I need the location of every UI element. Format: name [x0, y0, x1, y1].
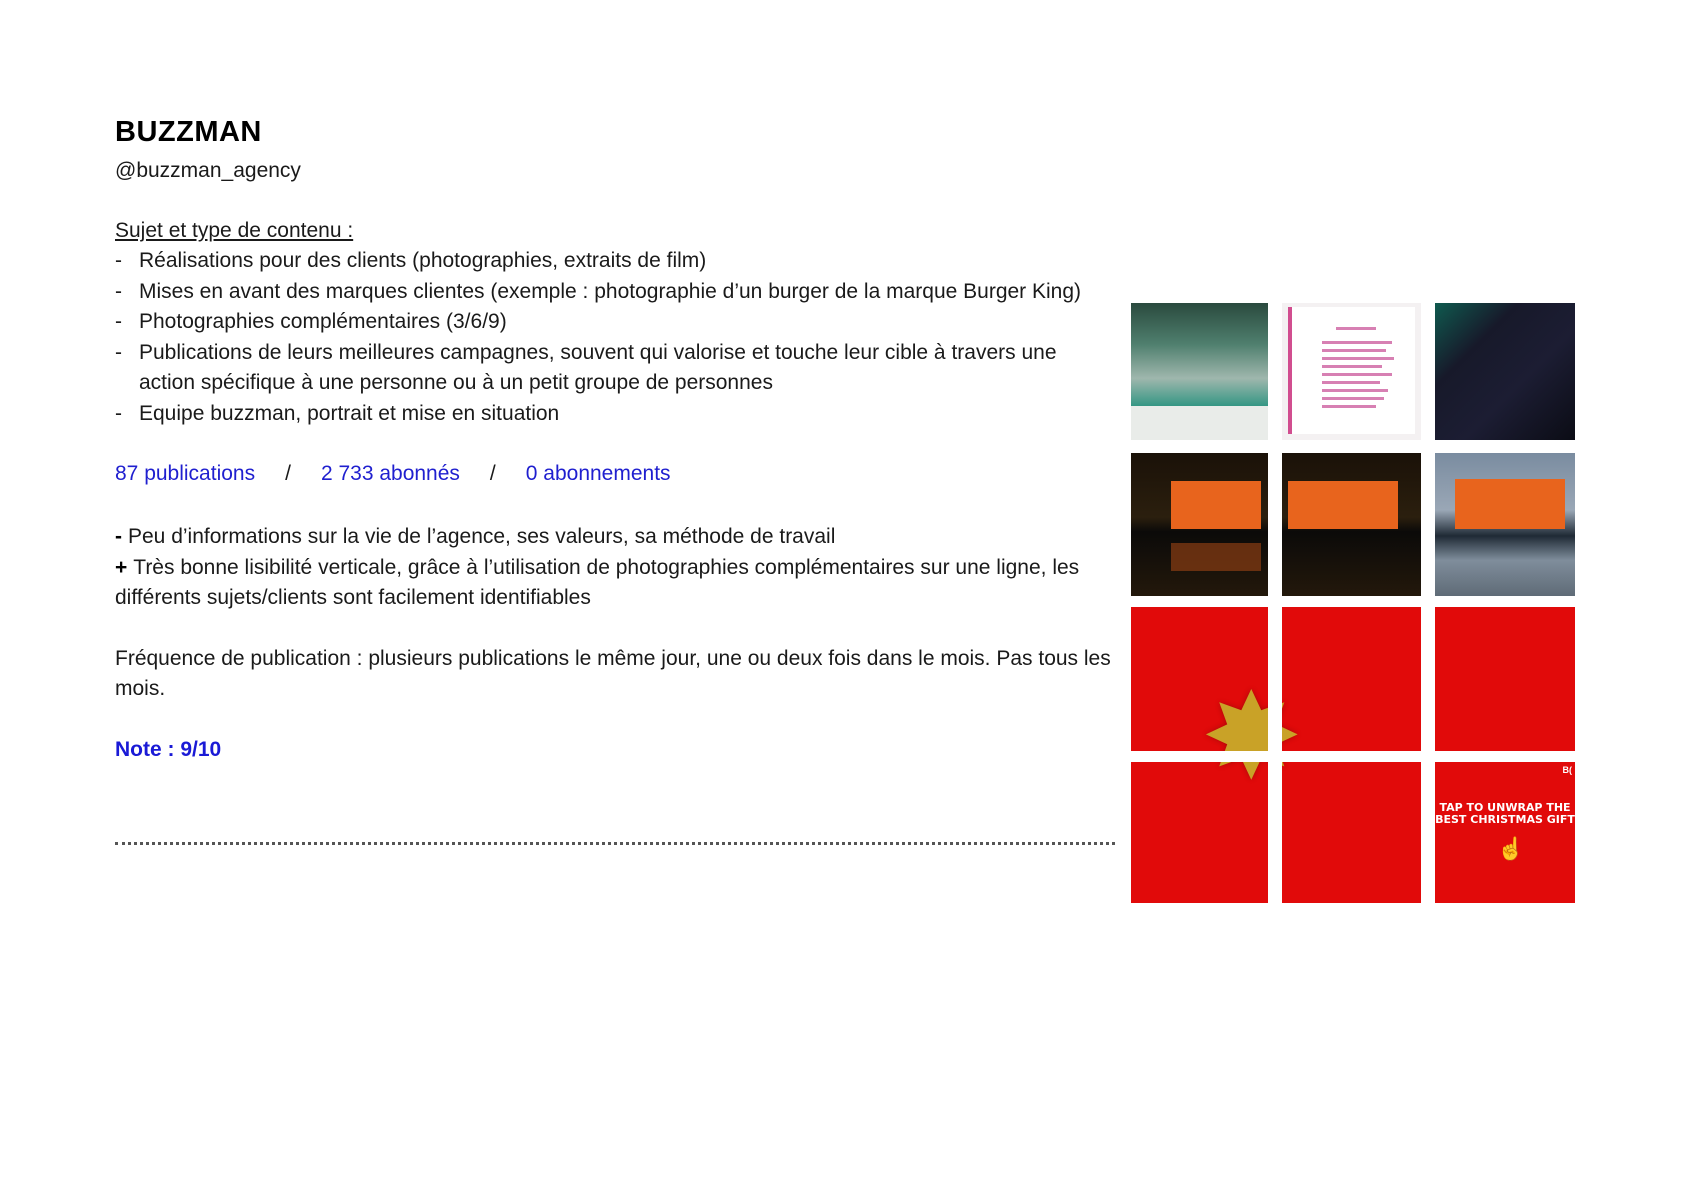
- section-label: Sujet et type de contenu :: [115, 219, 354, 242]
- gold-bow-icon: ✸: [1201, 762, 1268, 797]
- list-item: - Photographies complémentaires (3/6/9): [115, 307, 1115, 338]
- leaflet-image: [1288, 307, 1415, 434]
- stats-separator: /: [489, 462, 496, 485]
- topic-list: - Réalisations pour des clients (photogra…: [115, 246, 1115, 429]
- bullet-dash: -: [115, 310, 122, 333]
- feed-tile-billboard-night[interactable]: [1131, 453, 1268, 596]
- profile-stats: 87 publications / 2 733 abonnés / 0 abon…: [115, 459, 1115, 489]
- feed-tile-gift[interactable]: ✸: [1282, 607, 1421, 751]
- account-handle: @buzzman_agency: [115, 159, 301, 182]
- billboard-reflection: [1171, 543, 1261, 571]
- feed-tile-gift[interactable]: [1435, 607, 1575, 751]
- list-item-text: Photographies complémentaires (3/6/9): [139, 310, 507, 333]
- strength-line: + Très bonne lisibilité verticale, grâce …: [115, 553, 1115, 614]
- bullet-dash: -: [115, 249, 122, 272]
- billboard-image: [1455, 479, 1565, 529]
- list-item-text: Réalisations pour des clients (photograp…: [139, 249, 707, 272]
- gold-bow-icon: ✸: [1201, 670, 1268, 751]
- brand-corner: B(: [1562, 765, 1573, 775]
- list-item: - Mises en avant des marques clientes (ex…: [115, 277, 1115, 308]
- followers-count: 2 733 abonnés: [320, 462, 460, 485]
- page-title: BUZZMAN: [115, 116, 262, 148]
- publication-frequency: Fréquence de publication : plusieurs pub…: [115, 646, 1111, 701]
- feed-tile-billboard-night[interactable]: [1282, 453, 1421, 596]
- minus-mark: -: [115, 525, 122, 548]
- strength-text: Très bonne lisibilité verticale, grâce à…: [115, 555, 1080, 610]
- bullet-dash: -: [115, 401, 122, 425]
- profile-analysis: BUZZMAN @buzzman_agency Sujet et type de…: [115, 112, 1115, 765]
- feed-tile-gift[interactable]: ✸: [1282, 762, 1421, 903]
- instagram-feed-grid: ✸ ✸ ✸ ✸ B( TAP TO UNWRAP THE BEST CHRIST…: [1131, 303, 1575, 903]
- billboard-image: [1171, 481, 1261, 529]
- billboard-image: [1288, 481, 1398, 529]
- rating-note: Note : 9/10: [115, 737, 222, 761]
- publications-count: 87 publications: [115, 462, 256, 485]
- stats-separator: /: [285, 462, 291, 485]
- assessment: - Peu d’informations sur la vie de l’agen…: [115, 522, 1115, 614]
- feed-tile-gift-cta[interactable]: B( TAP TO UNWRAP THE BEST CHRISTMAS GIFT…: [1435, 762, 1575, 903]
- feed-tile-coat[interactable]: [1435, 303, 1575, 440]
- feed-tile-metro[interactable]: [1131, 303, 1268, 440]
- feed-tile-billboard-day[interactable]: [1435, 453, 1575, 596]
- gift-cta-text: TAP TO UNWRAP THE BEST CHRISTMAS GIFT: [1435, 801, 1575, 826]
- list-item-text: Mises en avant des marques clientes (exe…: [139, 279, 1082, 303]
- feed-tile-gift[interactable]: ✸: [1131, 607, 1268, 751]
- list-item-text: Equipe buzzman, portrait et mise en situ…: [139, 401, 560, 425]
- list-item: - Réalisations pour des clients (photogra…: [115, 246, 1115, 277]
- gold-bow-icon: ✸: [1282, 762, 1303, 797]
- list-item-text: Publications de leurs meilleures campagn…: [139, 340, 1057, 395]
- gold-bow-icon: ✸: [1282, 677, 1303, 751]
- weakness-line: - Peu d’informations sur la vie de l’agen…: [115, 522, 1115, 553]
- bullet-dash: -: [115, 279, 122, 303]
- list-item: - Equipe buzzman, portrait et mise en sit…: [115, 399, 1115, 430]
- following-count: 0 abonnements: [525, 462, 671, 485]
- bullet-dash: -: [115, 340, 122, 364]
- weakness-text: Peu d’informations sur la vie de l’agenc…: [128, 525, 836, 548]
- feed-tile-leaflet[interactable]: [1282, 303, 1421, 440]
- list-item: - Publications de leurs meilleures campag…: [115, 338, 1115, 399]
- dotted-divider: [115, 842, 1115, 845]
- plus-mark: +: [115, 555, 128, 579]
- tap-hand-icon: ☝: [1497, 836, 1525, 861]
- feed-tile-gift[interactable]: ✸: [1131, 762, 1268, 903]
